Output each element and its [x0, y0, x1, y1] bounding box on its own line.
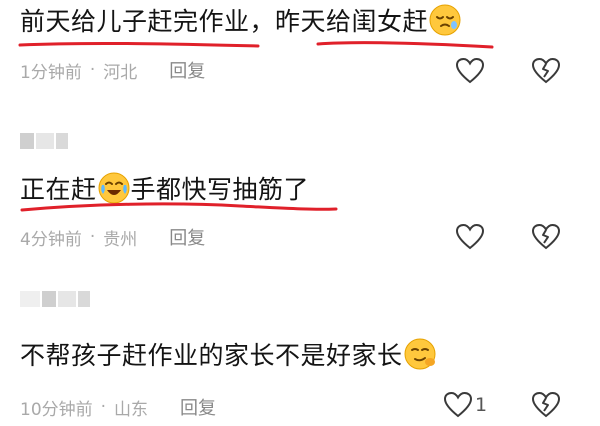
username-blurred: [20, 132, 68, 150]
comment-time: 10分钟前: [20, 399, 93, 420]
reply-button[interactable]: 回复: [169, 57, 205, 83]
broken-heart-icon: [531, 57, 561, 84]
heart-outline-icon: [455, 223, 485, 250]
reply-button[interactable]: 回复: [180, 394, 216, 420]
comment-text: 前天给儿子赶完作业，昨天给闺女赶: [20, 4, 462, 40]
dislike-button[interactable]: [531, 57, 561, 85]
reply-button[interactable]: 回复: [169, 224, 205, 250]
dislike-button[interactable]: [531, 391, 561, 419]
comment-time: 1分钟前: [20, 62, 82, 83]
broken-heart-icon: [531, 391, 561, 418]
meta-separator: ·: [89, 60, 96, 80]
comment-meta: 10分钟前 · 山东 回复: [20, 394, 216, 420]
sleepy-emoji-icon: [429, 4, 461, 36]
comment-meta: 1分钟前 · 河北 回复: [20, 57, 205, 83]
crying-laughing-emoji-icon: [98, 172, 130, 204]
meta-separator: ·: [89, 227, 96, 247]
comment-text: 正在赶 手都快写抽筋了: [20, 172, 309, 208]
heart-outline-icon: [455, 57, 485, 84]
meta-separator: ·: [100, 397, 107, 417]
like-button[interactable]: [455, 57, 487, 85]
comment-meta: 4分钟前 · 贵州 回复: [20, 224, 205, 250]
username-blurred: [20, 290, 90, 308]
comment-text: 不帮孩子赶作业的家长不是好家长: [20, 338, 437, 374]
comment-time: 4分钟前: [20, 229, 82, 250]
comment-location: 贵州: [103, 229, 138, 250]
smirk-emoji-icon: [404, 338, 436, 370]
like-button[interactable]: 1: [443, 391, 487, 419]
comment-location: 山东: [114, 399, 149, 420]
comment-location: 河北: [103, 62, 138, 83]
dislike-button[interactable]: [531, 223, 561, 251]
comment-text-part: 不帮孩子赶作业的家长不是好家长: [20, 341, 403, 370]
like-button[interactable]: [455, 223, 487, 251]
like-count: 1: [475, 394, 488, 416]
comment-text-part: 前天给儿子赶完作业，昨天给闺女赶: [20, 7, 429, 36]
comment-text-part: 手都快写抽筋了: [130, 175, 310, 204]
broken-heart-icon: [531, 223, 561, 250]
comment-text-part: 正在赶: [20, 175, 97, 204]
heart-outline-icon: [443, 391, 473, 418]
